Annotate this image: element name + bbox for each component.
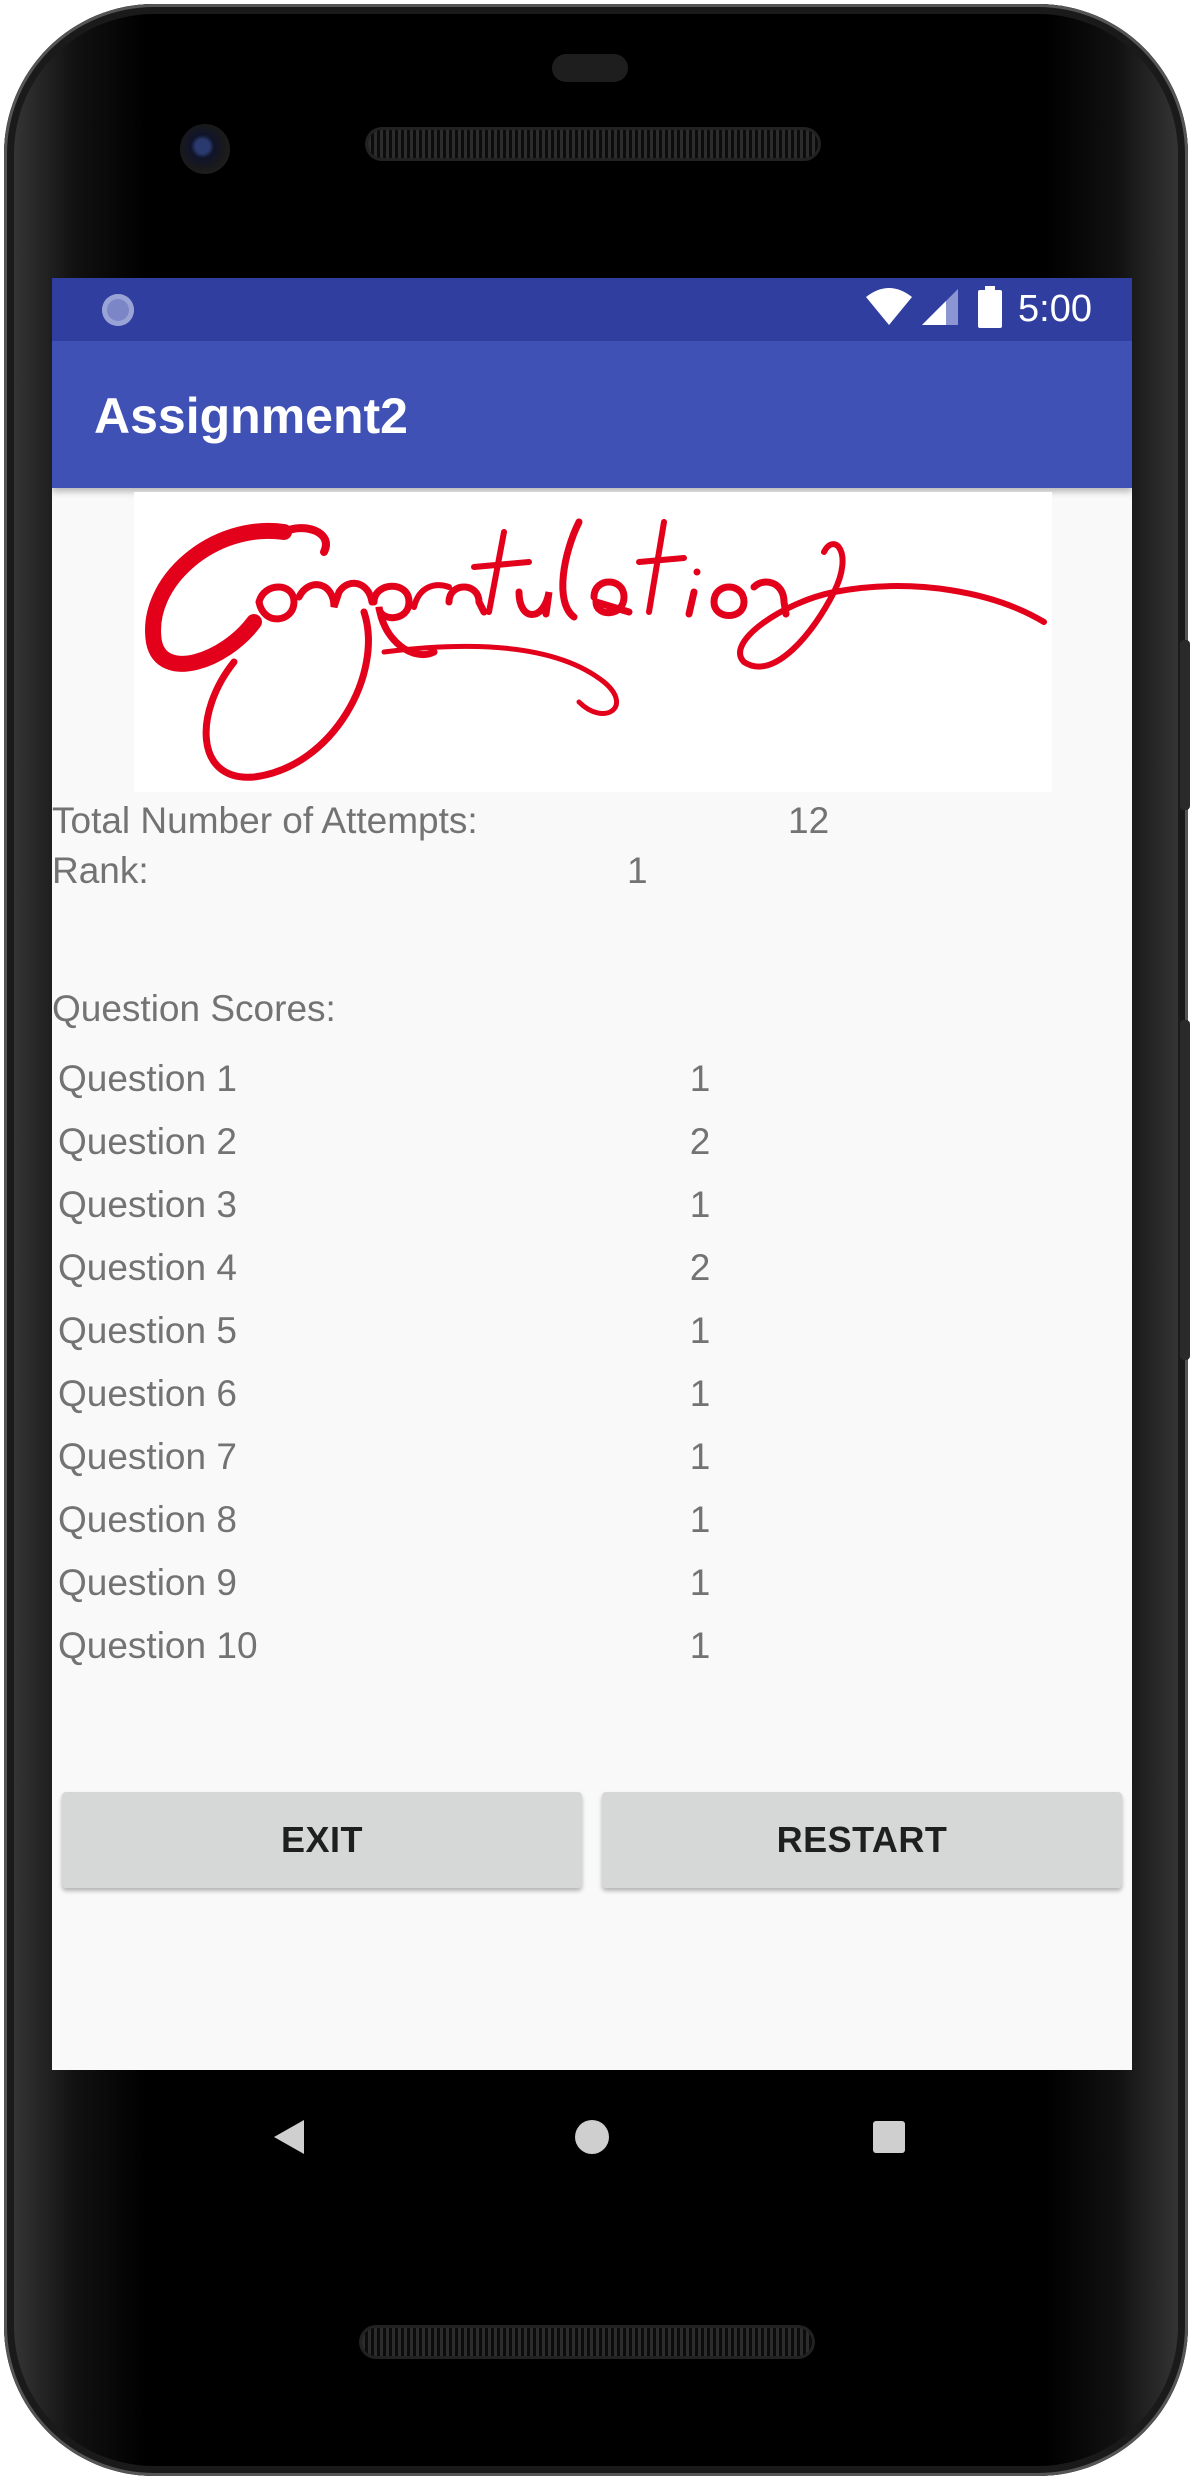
back-icon[interactable] (272, 2118, 306, 2161)
list-item: Question 5 1 (52, 1310, 1132, 1373)
top-earpiece (552, 54, 628, 82)
question-label: Question 3 (58, 1184, 237, 1225)
question-label: Question 5 (58, 1310, 237, 1351)
question-score: 1 (689, 1625, 711, 1666)
list-item: Question 6 1 (52, 1373, 1132, 1436)
question-label: Question 7 (58, 1436, 237, 1477)
power-button (1180, 640, 1190, 810)
list-item: Question 10 1 (52, 1625, 1132, 1688)
battery-icon (978, 286, 1003, 333)
congratulations-banner (134, 492, 1052, 792)
status-icons: 5:00 (864, 278, 1132, 341)
exit-button[interactable]: EXIT (62, 1792, 582, 1888)
list-item: Question 8 1 (52, 1499, 1132, 1562)
question-score: 1 (689, 1184, 711, 1225)
list-item: Question 4 2 (52, 1247, 1132, 1310)
question-label: Question 4 (58, 1247, 237, 1288)
attempts-label: Total Number of Attempts: (52, 800, 478, 841)
congratulations-logo (145, 518, 1047, 781)
rank-label: Rank: (52, 850, 149, 891)
question-label: Question 10 (58, 1625, 258, 1666)
question-score: 1 (689, 1310, 711, 1351)
cellular-signal-icon (920, 287, 960, 332)
recents-icon[interactable] (872, 2120, 906, 2159)
rank-value: 1 (627, 850, 648, 891)
wifi-icon (864, 287, 914, 332)
question-label: Question 6 (58, 1373, 237, 1414)
top-speaker-grille (368, 130, 818, 158)
list-item: Question 3 1 (52, 1184, 1132, 1247)
front-camera (180, 124, 230, 174)
volume-button (1180, 1020, 1190, 1360)
list-item: Question 2 2 (52, 1121, 1132, 1184)
question-score: 1 (689, 1499, 711, 1540)
app-bar: Assignment2 (52, 341, 1132, 488)
restart-button[interactable]: RESTART (602, 1792, 1122, 1888)
question-label: Question 8 (58, 1499, 237, 1540)
phone-device: 5:00 Assignment2 Total Number of Attempt… (0, 0, 1194, 2480)
home-icon[interactable] (573, 2118, 611, 2161)
question-label: Question 1 (58, 1058, 237, 1099)
app-title: Assignment2 (94, 388, 408, 444)
question-score: 1 (689, 1373, 711, 1414)
list-item: Question 9 1 (52, 1562, 1132, 1625)
question-label: Question 9 (58, 1562, 237, 1603)
question-score: 1 (689, 1562, 711, 1603)
navigation-bar (0, 2070, 1194, 2200)
bottom-speaker-grille (362, 2328, 812, 2356)
question-score: 2 (689, 1247, 711, 1288)
question-label: Question 2 (58, 1121, 237, 1162)
status-time: 5:00 (1018, 288, 1092, 330)
question-score: 1 (689, 1436, 711, 1477)
question-score: 2 (689, 1121, 711, 1162)
list-item: Question 7 1 (52, 1436, 1132, 1499)
notification-dot-icon (102, 294, 134, 326)
question-scores-header: Question Scores: (52, 988, 336, 1029)
attempts-value: 12 (788, 800, 830, 841)
status-bar: 5:00 (52, 278, 1132, 341)
list-item: Question 1 1 (52, 1058, 1132, 1121)
question-score: 1 (689, 1058, 711, 1099)
app-screen: 5:00 Assignment2 Total Number of Attempt… (52, 278, 1132, 2070)
